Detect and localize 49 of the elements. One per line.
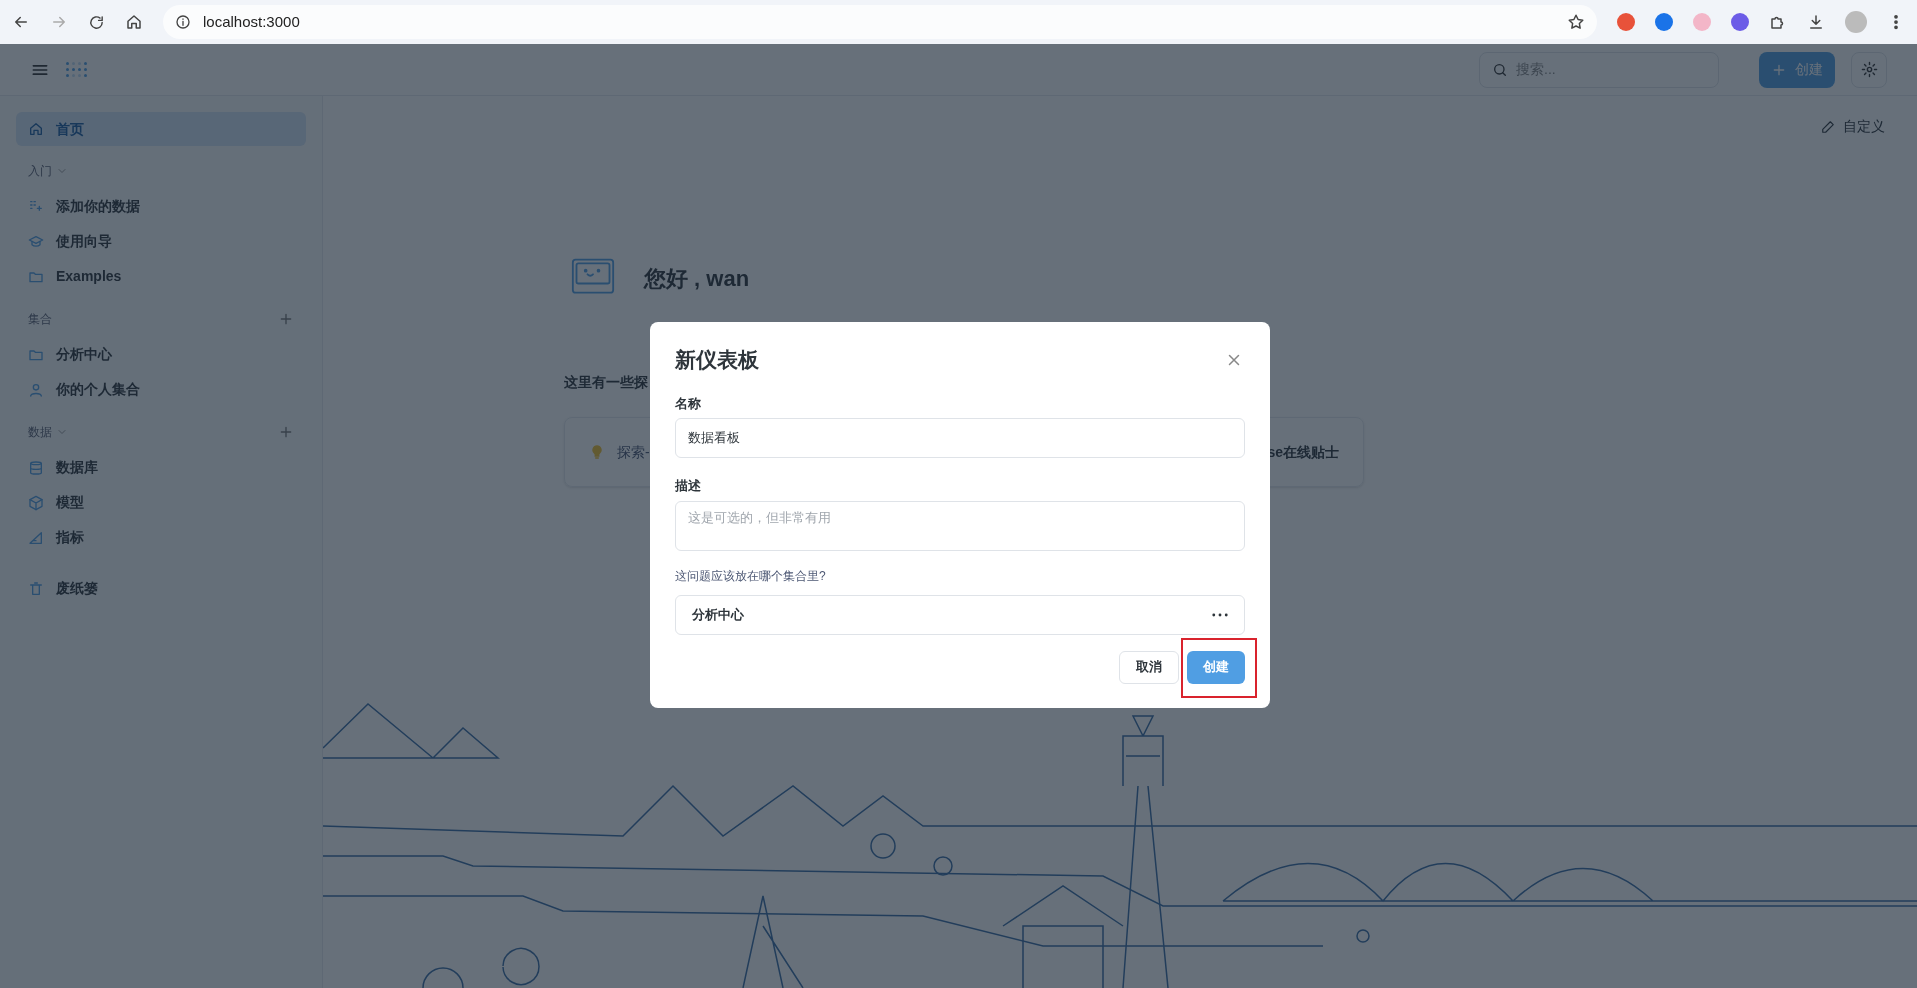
download-icon[interactable] [1807,13,1825,31]
graduation-cap-icon [28,233,44,250]
sidebar-item[interactable]: 添加你的数据 [16,189,306,224]
card-title: 探索- [617,442,650,462]
logo-icon[interactable] [66,62,87,77]
extension-icon[interactable] [1655,13,1673,31]
collection-picker[interactable]: 分析中心 [675,594,1245,635]
address-bar[interactable]: localhost:3000 [163,5,1597,39]
field-label: 名称 [675,394,702,413]
description-field[interactable]: 这是可选的，但非常有用 [675,500,1245,551]
ruler-icon [28,529,44,546]
sidebar-item[interactable]: 使用向导 [16,224,306,259]
sidebar-item[interactable]: 废纸篓 [16,571,306,606]
info-icon [175,14,191,30]
sidebar-item[interactable]: 数据库 [16,450,306,485]
person-icon [28,381,44,398]
field-label: 这问题应该放在哪个集合里? [675,567,827,585]
lightbulb-icon [589,444,605,460]
create-button[interactable]: 创建 [1187,650,1245,684]
home-icon[interactable] [125,13,143,31]
profile-avatar[interactable] [1845,11,1867,33]
name-field[interactable]: 数据看板 [675,418,1245,458]
home-icon [28,121,44,137]
pencil-icon [1821,119,1835,134]
dialog-title: 新仪表板 [675,347,759,373]
add-icon[interactable] [278,424,294,440]
sidebar-item[interactable]: 指标 [16,520,306,555]
add-icon[interactable] [278,311,294,327]
search-icon [1492,61,1508,78]
sidebar-item[interactable]: 模型 [16,485,306,520]
reload-icon[interactable] [88,13,105,31]
sidebar-item[interactable]: 你的个人集合 [16,372,306,407]
bookmark-star-icon[interactable] [1567,13,1585,31]
more-icon [1212,612,1228,617]
cube-icon [28,494,44,511]
customize-button[interactable]: 自定义 [1821,116,1885,137]
section-heading: 这里有一些探 [564,373,649,392]
settings-icon [1860,61,1878,78]
sidebar-item[interactable]: Examples [16,259,306,294]
trash-icon [28,580,44,597]
settings-button[interactable] [1851,51,1887,88]
extension-icon[interactable] [1617,13,1635,31]
database-icon [28,459,44,476]
cancel-button[interactable]: 取消 [1119,650,1179,684]
greeting-text: 您好 , wan [644,264,750,293]
sidebar-item[interactable]: 分析中心 [16,337,306,372]
extension-icon[interactable] [1731,13,1749,31]
sidebar-item[interactable]: 首页 [16,112,306,146]
field-label: 描述 [675,477,702,495]
